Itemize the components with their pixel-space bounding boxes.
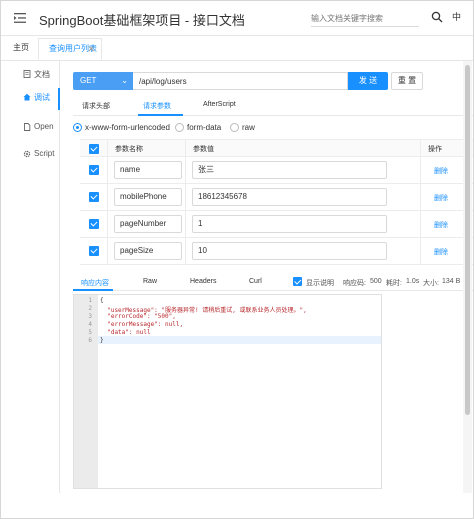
radio-label: raw [242,123,255,132]
row-checkbox[interactable] [89,165,99,175]
response-tabs: 响应内容 Raw Headers Curl 显示说明 响应码: 500 耗时: … [73,273,473,291]
tab-home[interactable]: 主页 [9,36,33,60]
method-select[interactable]: GET ⌄ [73,72,133,90]
param-name-input[interactable]: pageNumber [114,215,182,233]
row-checkbox[interactable] [89,246,99,256]
param-value-input[interactable]: 18612345678 [192,188,387,206]
app-title: SpringBoot基础框架项目 - 接口文档 [39,13,245,28]
url-input[interactable] [133,72,348,90]
delete-link[interactable]: 删除 [434,220,448,230]
param-name-input[interactable]: pageSize [114,242,182,260]
table-row: pageNumber 1 删除 [80,211,473,238]
status-code-label: 响应码: [343,280,366,287]
table-header-row: 参数名称 参数值 操作 [80,139,473,157]
tab-afterscript[interactable]: AfterScript [203,101,236,108]
tab-request-params[interactable]: 请求参数 [143,101,171,111]
row-checkbox[interactable] [89,219,99,229]
response-code-editor[interactable]: 1 2 3 4 5 6 { "userMessage": "服务器异常! 请稍后… [73,294,382,489]
param-value-input[interactable]: 1 [192,215,387,233]
tab-headers[interactable]: Headers [190,278,216,285]
radio-label: form-data [187,123,222,132]
send-button[interactable]: 发 送 [348,72,388,90]
line-number: 6 [88,337,92,344]
sidebar-item-debug[interactable]: 调试 [1,88,60,110]
params-table: 参数名称 参数值 操作 name 张三 删除 mobilePhone 18612… [80,139,473,265]
tab-response-content[interactable]: 响应内容 [81,278,109,288]
home-icon [23,93,31,101]
radio-form-data[interactable]: form-data [175,123,221,132]
delete-link[interactable]: 删除 [434,193,448,203]
chevron-down-icon: ⌄ [121,76,128,85]
document-icon [23,70,31,78]
column-header: 操作 [428,146,442,153]
sidebar: 文档 调试 Open Script [1,61,60,493]
line-number: 2 [88,305,92,312]
param-value-input[interactable]: 10 [192,242,387,260]
sidebar-item-label: Script [34,149,55,158]
radio-urlencoded[interactable]: x-www-form-urlencoded [73,123,170,132]
column-header: 参数值 [193,146,214,153]
request-tabs: 请求头部 请求参数 AfterScript [73,96,473,116]
close-icon[interactable]: ✕ [87,39,95,59]
active-tab-indicator [138,114,183,116]
line-number: 3 [88,313,92,320]
delete-link[interactable]: 删除 [434,166,448,176]
response-size: 134 B [442,278,461,285]
gear-icon [23,150,31,158]
time-label: 耗时: [386,280,402,287]
param-value-input[interactable]: 张三 [192,161,387,179]
sidebar-item-open[interactable]: Open [1,118,59,138]
code-line: "errorMessage": null, [100,321,184,328]
radio-label: x-www-form-urlencoded [85,123,170,132]
reset-button[interactable]: 重 置 [391,72,423,90]
select-all-checkbox[interactable] [89,144,99,154]
table-row: mobilePhone 18612345678 删除 [80,184,473,211]
table-row: pageSize 10 删除 [80,238,473,265]
status-code: 500 [370,278,382,285]
sidebar-item-script[interactable]: Script [1,145,59,165]
sidebar-item-label: Open [34,122,54,131]
size-label: 大小: [423,280,439,287]
show-desc-checkbox[interactable] [293,277,302,286]
sidebar-item-label: 文档 [34,70,50,79]
tab-raw[interactable]: Raw [143,278,157,285]
param-name-input[interactable]: name [114,161,182,179]
search-icon[interactable] [431,11,443,23]
active-line-highlight [98,336,381,344]
language-switch[interactable]: 中 [452,10,461,23]
code-line: "errorCode": "500", [100,313,176,320]
sidebar-item-label: 调试 [34,93,50,102]
file-icon [24,123,31,131]
param-name-input[interactable]: mobilePhone [114,188,182,206]
method-value: GET [80,76,97,85]
line-number: 4 [88,321,92,328]
column-header: 参数名称 [115,146,143,153]
tab-curl[interactable]: Curl [249,278,262,285]
line-number: 1 [88,297,92,304]
code-line: } [100,337,104,344]
menu-toggle-icon[interactable] [13,11,27,25]
row-checkbox[interactable] [89,192,99,202]
scrollbar-thumb[interactable] [465,65,470,415]
page-tabs: 主页 查询用户列表 ✕ [1,36,473,61]
top-header: SpringBoot基础框架项目 - 接口文档 中 [1,1,473,36]
tab-request-headers[interactable]: 请求头部 [82,101,110,111]
debug-panel: GET ⌄ 发 送 重 置 请求头部 请求参数 AfterScript x-ww… [60,61,473,493]
code-line: { [100,297,104,304]
line-number: 5 [88,329,92,336]
active-tab-indicator [73,289,113,291]
code-line: "data": null [100,329,151,336]
delete-link[interactable]: 删除 [434,247,448,257]
response-time: 1.0s [406,278,420,285]
table-row: name 张三 删除 [80,157,473,184]
sidebar-item-document[interactable]: 文档 [1,65,59,85]
tab-query-user-list[interactable]: 查询用户列表 ✕ [38,38,102,60]
radio-raw[interactable]: raw [230,123,255,132]
search-input[interactable] [311,10,419,27]
show-desc-label: 显示说明 [306,280,334,287]
